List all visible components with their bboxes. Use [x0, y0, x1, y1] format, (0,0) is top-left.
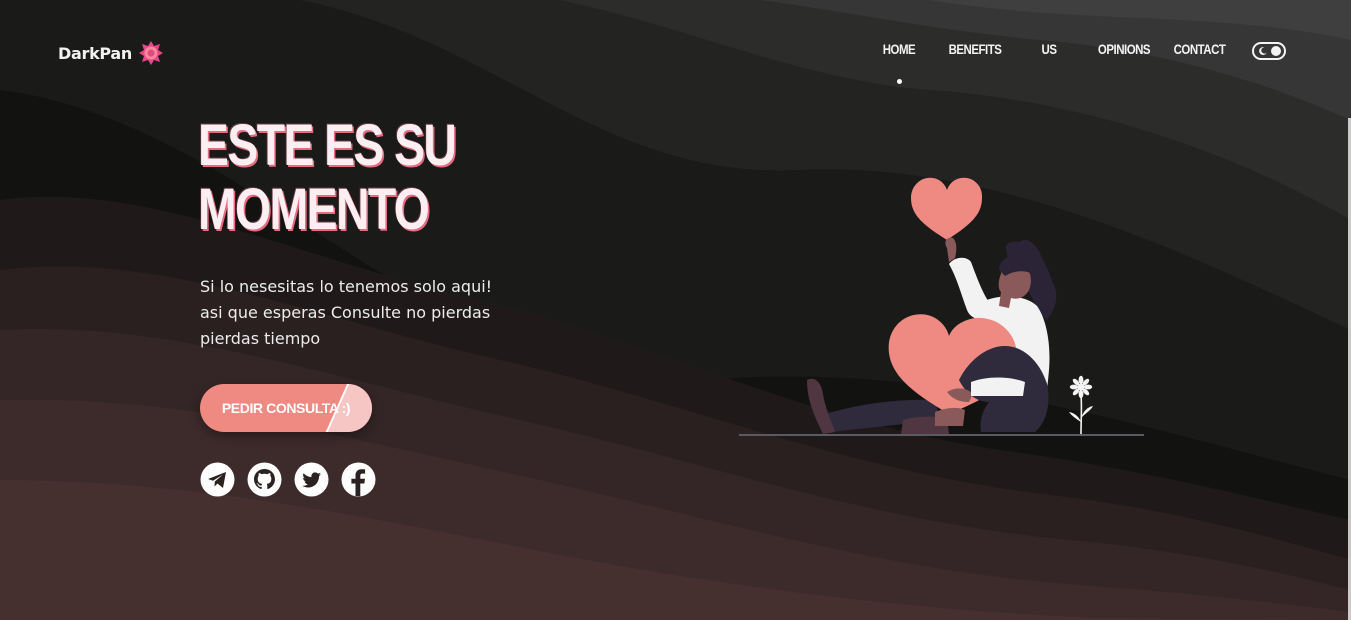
toggle-knob: [1271, 46, 1281, 56]
moon-icon: [1259, 46, 1267, 55]
hero-subtitle-line-2: asi que esperas Consulte no pierdas: [200, 303, 491, 322]
theme-toggle[interactable]: [1252, 42, 1286, 60]
nav-item-home[interactable]: HOME: [880, 41, 918, 57]
nav-item-contact[interactable]: CONTACT: [1174, 41, 1226, 57]
telegram-link[interactable]: [200, 462, 235, 497]
hero-title: ESTE ES SU MOMENTO: [198, 113, 457, 242]
hero-title-line-2: MOMENTO: [198, 177, 430, 242]
nav-active-indicator: [897, 79, 902, 84]
hero-title-line-1: ESTE ES SU: [198, 113, 457, 178]
woman-with-hearts-illustration: [739, 177, 1144, 436]
hero-subtitle: Si lo nesesitas lo tenemos solo aqui! as…: [200, 274, 540, 352]
nav-item-benefits[interactable]: BENEFITS: [946, 41, 1003, 57]
github-link[interactable]: [247, 462, 282, 497]
twitter-icon: [294, 462, 329, 497]
facebook-icon: [341, 462, 376, 497]
hero-subtitle-line-3: pierdas tiempo: [200, 329, 321, 348]
flower-icon: [1069, 375, 1093, 435]
github-icon: [247, 462, 282, 497]
hero-subtitle-line-1: Si lo nesesitas lo tenemos solo aqui!: [200, 277, 493, 296]
social-links: [200, 462, 376, 497]
nav-item-us[interactable]: US: [1037, 41, 1062, 57]
main-nav: HOME BENEFITS US OPINIONS CONTACT: [0, 41, 1351, 81]
floating-heart-icon: [911, 177, 983, 240]
nav-item-opinions[interactable]: OPINIONS: [1096, 41, 1152, 57]
twitter-link[interactable]: [294, 462, 329, 497]
pedir-consulta-button[interactable]: PEDIR CONSULTA :): [200, 384, 372, 432]
pedir-consulta-label: PEDIR CONSULTA :): [221, 400, 351, 416]
facebook-link[interactable]: [341, 462, 376, 497]
landing-page: DarkPan HOME BENEFITS US OPINIONS CONTAC…: [0, 0, 1351, 620]
ground-line: [739, 434, 1144, 436]
telegram-icon: [200, 462, 235, 497]
